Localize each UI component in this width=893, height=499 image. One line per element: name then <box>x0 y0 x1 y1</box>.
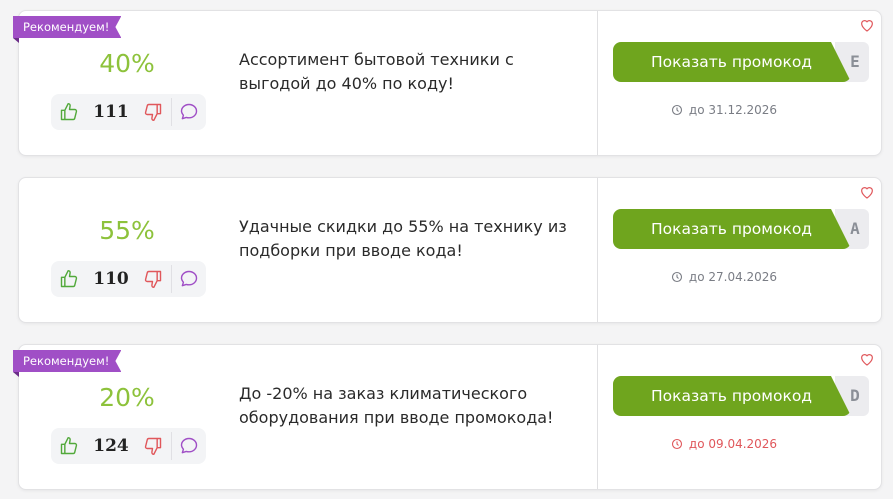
heart-icon[interactable] <box>859 184 875 200</box>
vote-divider <box>171 432 172 460</box>
offer-card: 55% 110 Удачные скидки до 55% на технику… <box>18 177 882 323</box>
expiry-text: до 31.12.2026 <box>688 103 778 117</box>
card-divider <box>597 178 598 322</box>
show-promocode-button[interactable]: Показать промокод <box>613 376 851 416</box>
offer-description: До -20% на заказ климатического оборудов… <box>239 384 554 427</box>
thumbs-down-icon[interactable] <box>143 102 163 122</box>
discount-value: 40% <box>99 49 155 78</box>
vote-count: 110 <box>93 269 129 289</box>
vote-panel: 124 <box>51 428 206 464</box>
comment-bubble-icon[interactable] <box>179 436 199 456</box>
offer-card: Рекомендуем! 20% 124 До -20% на заказ кл… <box>13 344 882 490</box>
discount-value: 20% <box>99 383 155 412</box>
expiry-date: до 31.12.2026 <box>613 103 835 117</box>
badge-fold <box>13 38 19 43</box>
card-divider <box>597 345 598 489</box>
thumbs-down-icon[interactable] <box>143 436 163 456</box>
offer-card: Рекомендуем! 40% 111 Ассортимент бытовой… <box>13 10 882 156</box>
comment-bubble-icon[interactable] <box>179 102 199 122</box>
show-promocode-control[interactable]: D Показать промокод <box>613 376 869 416</box>
recommended-badge: Рекомендуем! <box>13 16 121 38</box>
card-divider <box>597 11 598 155</box>
thumbs-up-icon[interactable] <box>59 436 79 456</box>
expiry-date: до 09.04.2026 <box>613 437 835 451</box>
badge-fold <box>13 372 19 377</box>
vote-panel: 110 <box>51 261 206 297</box>
offer-description: Удачные скидки до 55% на технику из подб… <box>239 217 567 260</box>
heart-icon[interactable] <box>859 17 875 33</box>
clock-icon <box>671 104 682 116</box>
vote-panel: 111 <box>51 94 206 130</box>
show-promocode-button[interactable]: Показать промокод <box>613 209 851 249</box>
show-promocode-control[interactable]: A Показать промокод <box>613 209 869 249</box>
thumbs-up-icon[interactable] <box>59 102 79 122</box>
vote-divider <box>171 98 172 126</box>
recommended-badge: Рекомендуем! <box>13 350 121 372</box>
offer-description: Ассортимент бытовой техники с выгодой до… <box>239 50 514 93</box>
comment-bubble-icon[interactable] <box>179 269 199 289</box>
vote-divider <box>171 265 172 293</box>
discount-value: 55% <box>99 216 155 245</box>
expiry-text: до 09.04.2026 <box>688 437 778 451</box>
vote-count: 111 <box>93 102 129 122</box>
heart-icon[interactable] <box>859 351 875 367</box>
thumbs-down-icon[interactable] <box>143 269 163 289</box>
show-promocode-button[interactable]: Показать промокод <box>613 42 851 82</box>
vote-count: 124 <box>93 436 129 456</box>
clock-icon <box>671 271 682 283</box>
thumbs-up-icon[interactable] <box>59 269 79 289</box>
show-promocode-control[interactable]: E Показать промокод <box>613 42 869 82</box>
clock-icon <box>671 438 682 450</box>
expiry-text: до 27.04.2026 <box>688 270 778 284</box>
expiry-date: до 27.04.2026 <box>613 270 835 284</box>
